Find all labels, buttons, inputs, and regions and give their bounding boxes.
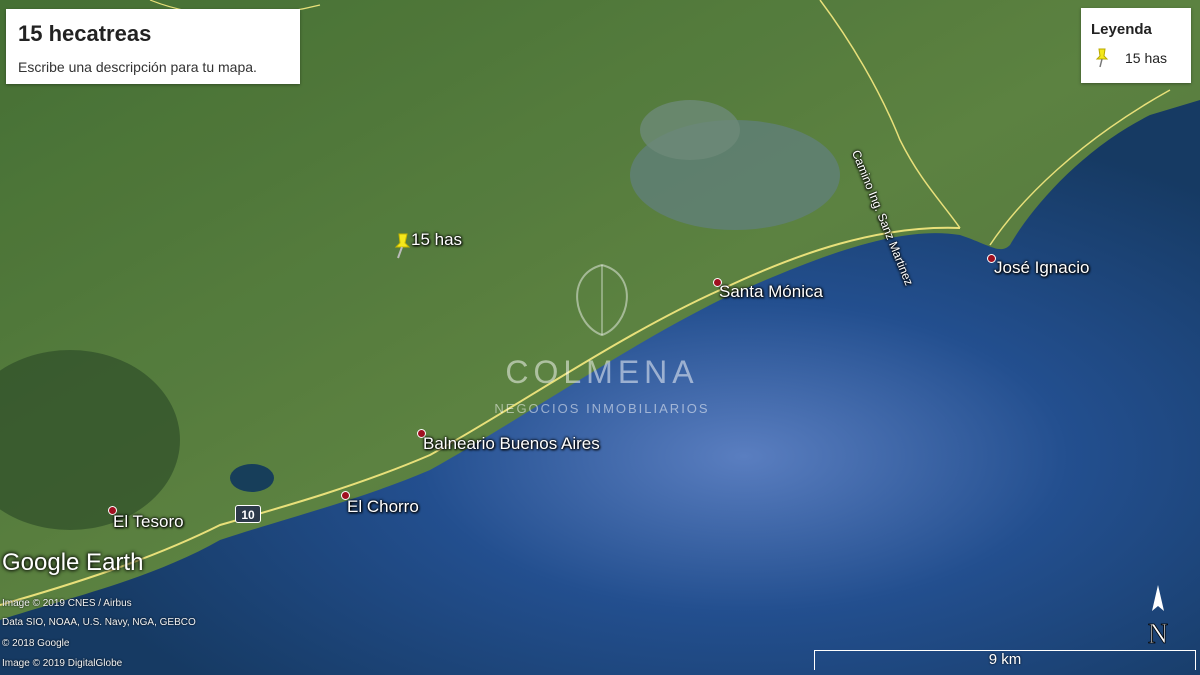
yellow-pushpin-icon xyxy=(1095,48,1109,68)
property-pin-icon[interactable] xyxy=(392,233,412,259)
north-arrow-icon[interactable]: N xyxy=(1140,583,1176,649)
route-shield: 10 xyxy=(235,505,261,523)
small-lake xyxy=(230,464,274,492)
scale-label: 9 km xyxy=(988,651,1022,668)
scale-bar: 9 km xyxy=(814,650,1196,670)
legend-item[interactable]: 15 has xyxy=(1095,48,1167,68)
legend-title: Leyenda xyxy=(1091,21,1152,38)
credit-line-2: Data SIO, NOAA, U.S. Navy, NGA, GEBCO xyxy=(2,617,196,628)
place-label-santa-monica: Santa Mónica xyxy=(719,282,823,301)
place-label-el-tesoro: El Tesoro xyxy=(113,512,184,531)
map-description[interactable]: Escribe una descripción para tu mapa. xyxy=(18,59,257,75)
credit-line-3: © 2018 Google xyxy=(2,638,70,649)
place-label-balneario-buenos-aires: Balneario Buenos Aires xyxy=(423,434,600,453)
map-title: 15 hecatreas xyxy=(18,21,152,46)
credit-line-4: Image © 2019 DigitalGlobe xyxy=(2,658,123,669)
credit-line-1: Image © 2019 CNES / Airbus xyxy=(2,598,132,609)
place-label-jose-ignacio: José Ignacio xyxy=(994,258,1090,277)
google-earth-logo: Google Earth xyxy=(2,549,144,576)
watermark-name: COLMENA xyxy=(505,354,698,390)
watermark-tagline: NEGOCIOS INMOBILIARIOS xyxy=(494,401,709,416)
map-title-panel: 15 hecatreas Escribe una descripción par… xyxy=(6,9,300,84)
north-label: N xyxy=(1148,619,1168,649)
legend-item-label: 15 has xyxy=(1125,50,1168,66)
legend-panel: Leyenda 15 has xyxy=(1081,8,1191,83)
place-label-el-chorro: El Chorro xyxy=(347,497,419,516)
property-pin-label: 15 has xyxy=(411,230,463,249)
colmena-watermark: COLMENA NEGOCIOS INMOBILIARIOS xyxy=(494,263,709,416)
